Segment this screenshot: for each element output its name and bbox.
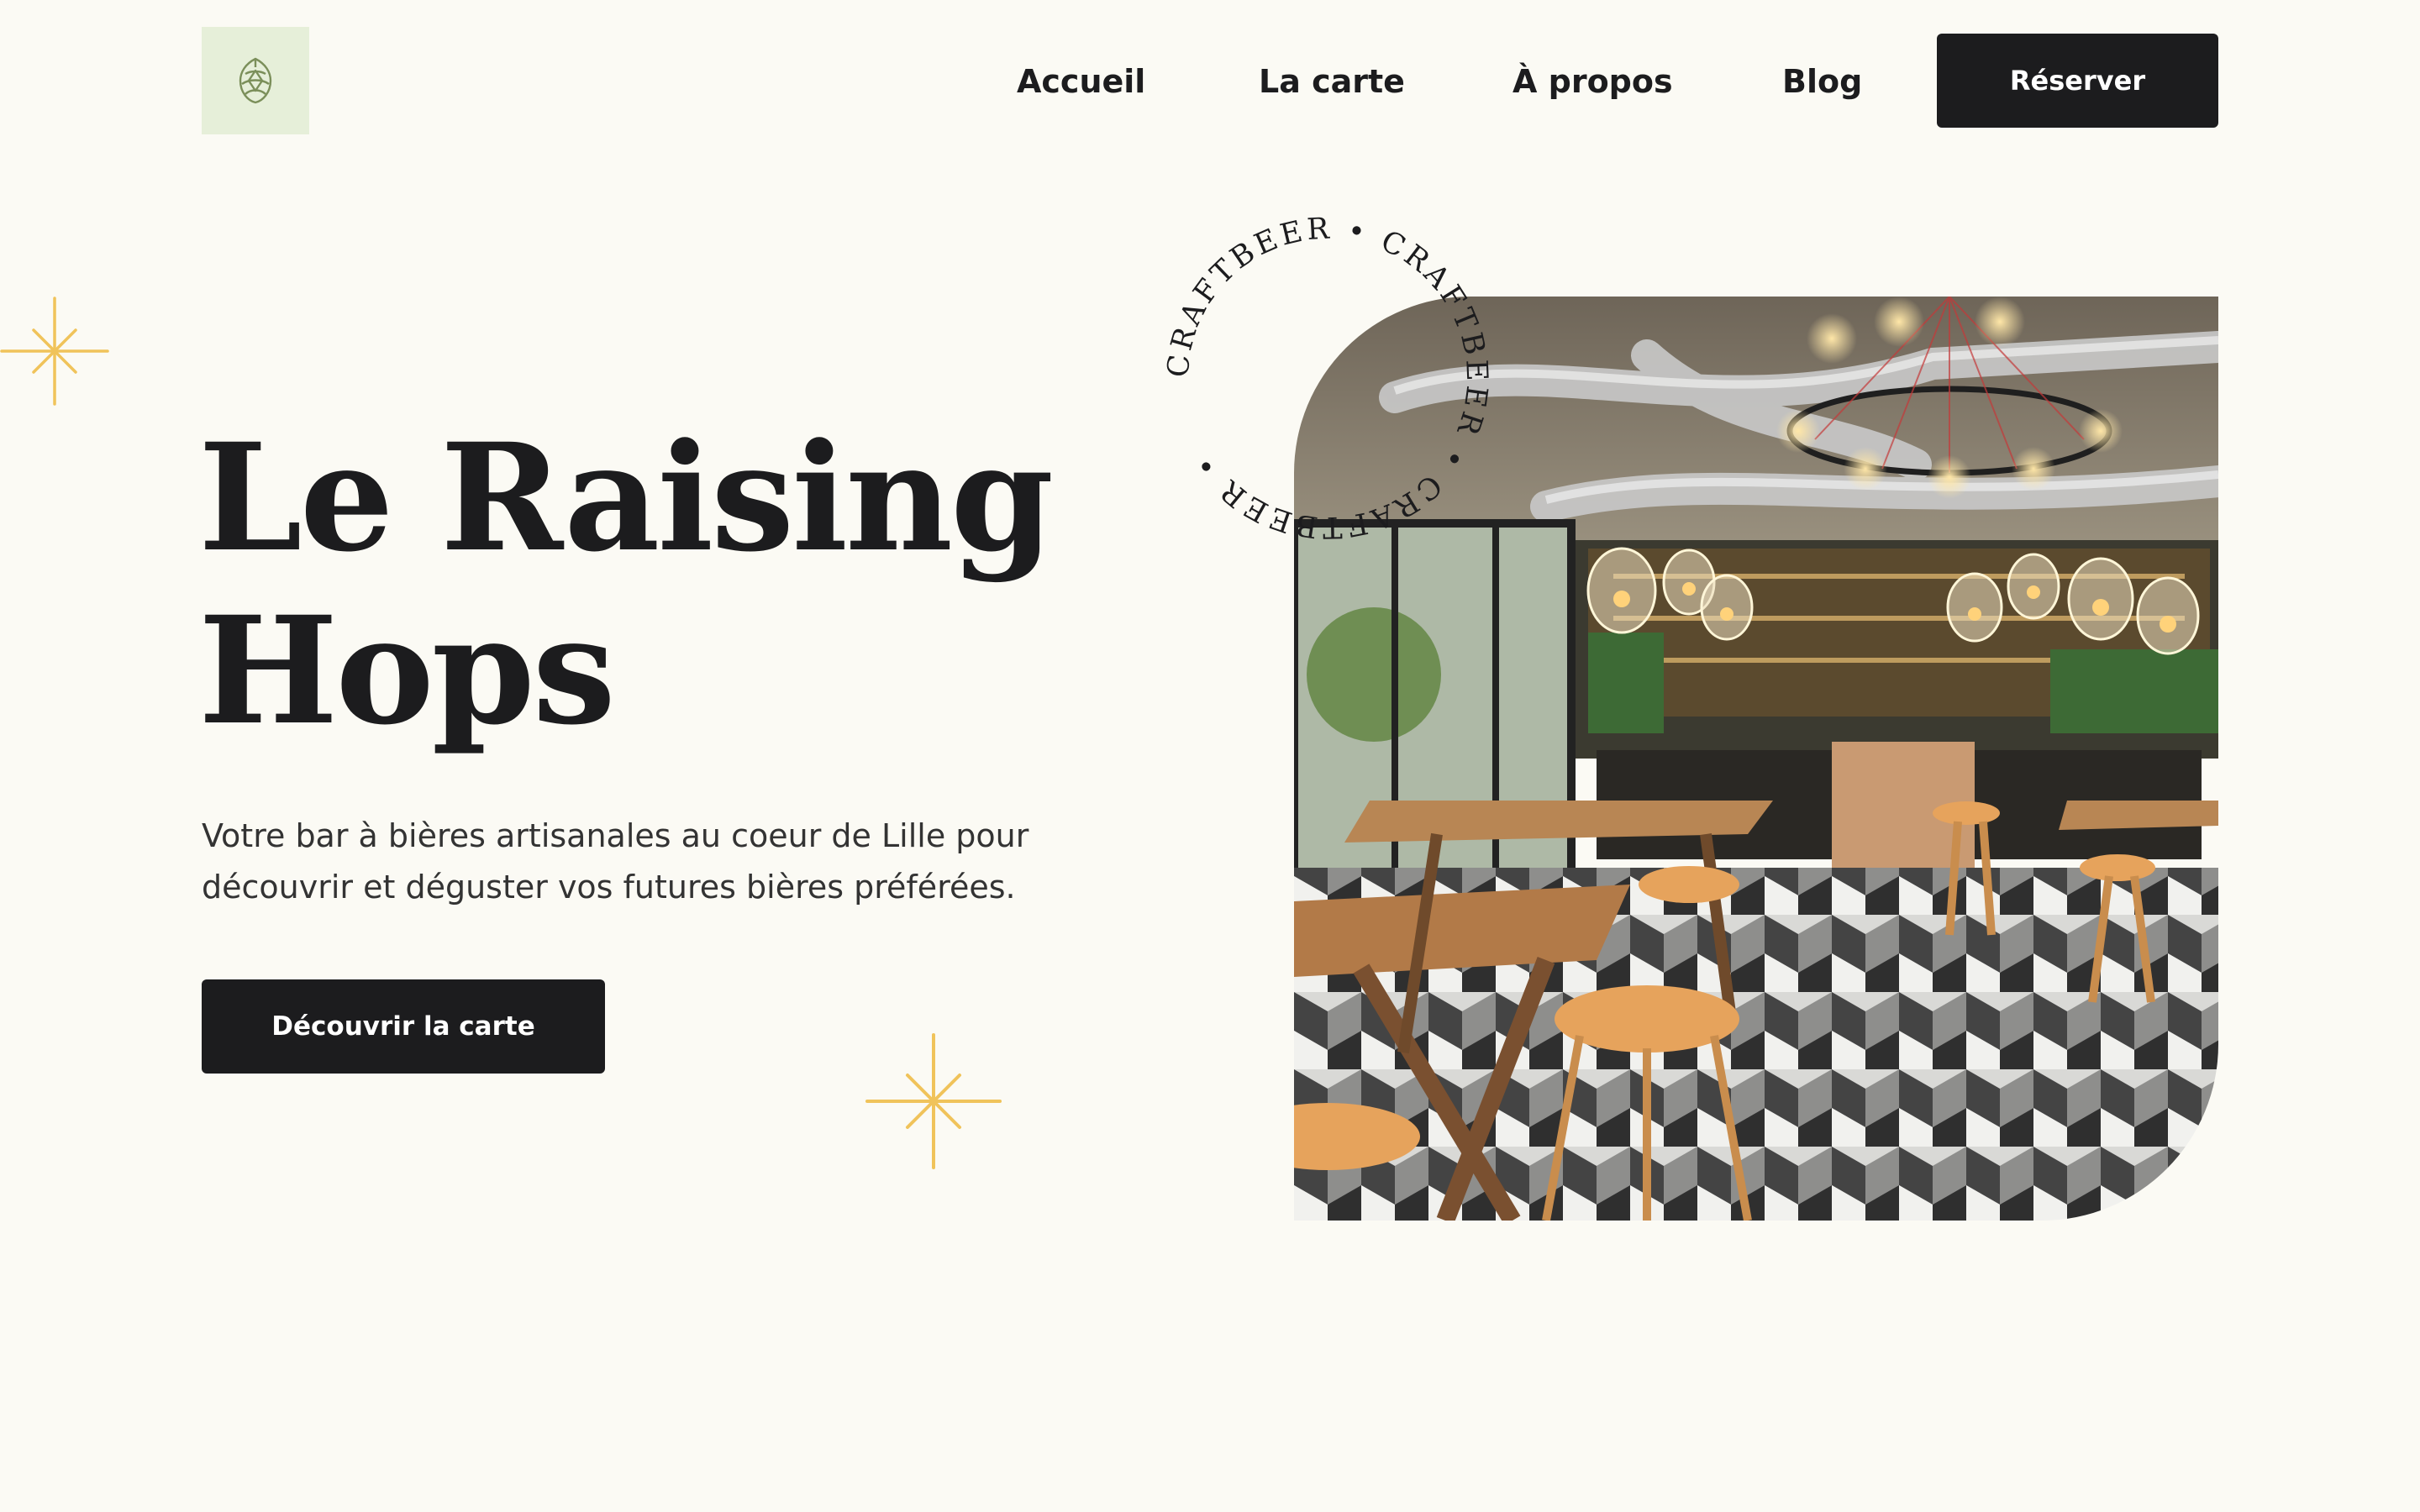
nav-link-accueil[interactable]: Accueil [1017, 63, 1145, 100]
hop-icon [239, 57, 272, 104]
craftbeer-badge: CRAFTBEER • CRAFTBEER • CRAFTBEER • [1160, 210, 1496, 546]
nav-link-blog[interactable]: Blog [1782, 63, 1862, 100]
discover-menu-button[interactable]: Découvrir la carte [202, 979, 605, 1074]
nav-link-la-carte[interactable]: La carte [1259, 63, 1405, 100]
hero-title-line: Hops [198, 584, 616, 758]
craftbeer-badge-text: CRAFTBEER • CRAFTBEER • CRAFTBEER • [1161, 212, 1490, 543]
hero-subtitle: Votre bar à bières artisanales au coeur … [202, 811, 1042, 913]
logo[interactable] [202, 27, 309, 134]
hero-title: Le Raising Hops [198, 411, 1054, 758]
reserve-button[interactable]: Réserver [1937, 34, 2218, 128]
hero-subtitle-line: Votre bar à bières artisanales au coeur … [202, 817, 1029, 854]
svg-text:CRAFTBEER • CRAFTBEER • CRAFTB: CRAFTBEER • CRAFTBEER • CRAFTBEER • [1161, 212, 1493, 543]
hero-title-line: Le Raising [198, 411, 1054, 585]
nav-link-a-propos[interactable]: À propos [1512, 63, 1673, 100]
hero-subtitle-line: découvrir et déguster vos futures bières… [202, 869, 1016, 906]
sparkle-icon [0, 297, 109, 406]
reserve-button-label: Réserver [2009, 65, 2146, 97]
sparkle-icon [865, 1033, 1002, 1169]
discover-menu-button-label: Découvrir la carte [271, 1011, 535, 1042]
